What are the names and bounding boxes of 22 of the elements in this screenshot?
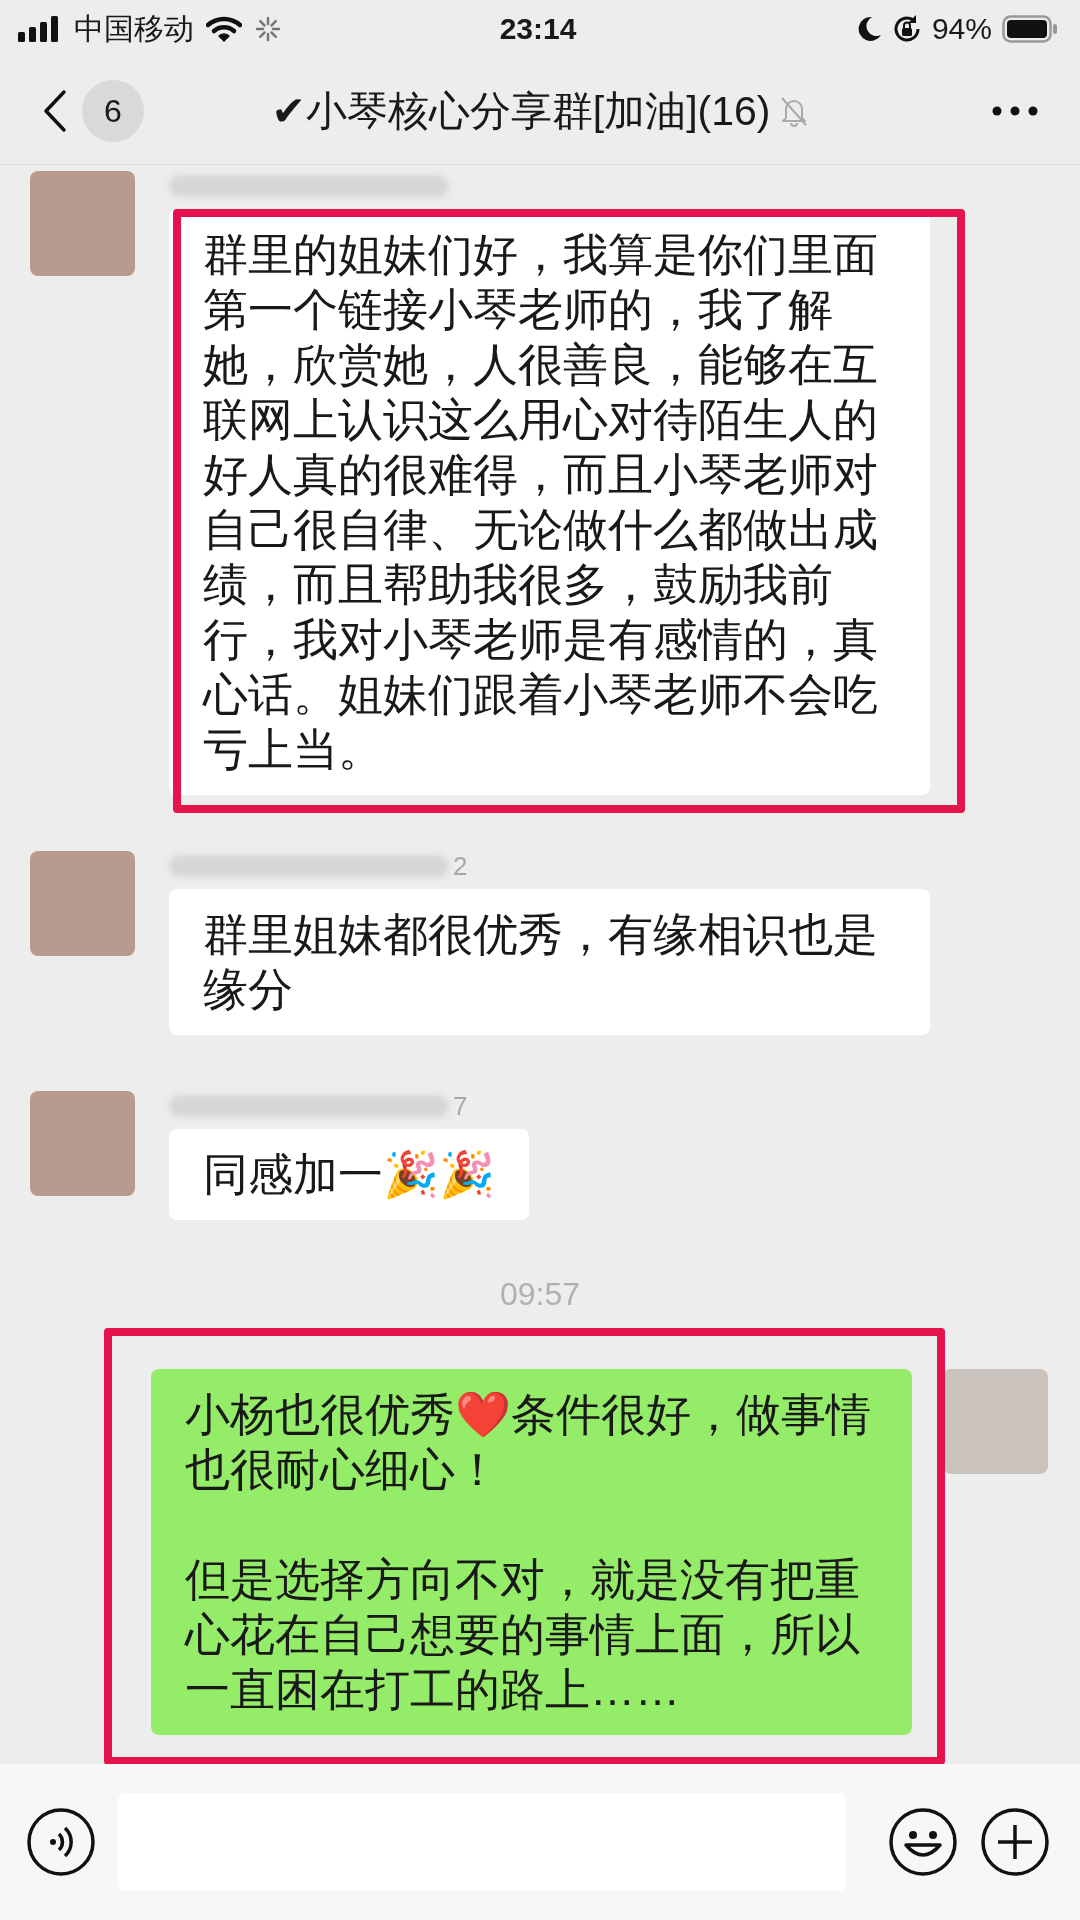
message-text: 但是选择方向不对，就是没有把重心花在自己想要的事情上面，所以一直困在打工的路上…… [185,1553,861,1717]
message-text: 小杨也很优秀❤条件很好，做事情也很耐心细心！ [185,1388,872,1497]
rotation-lock-icon [891,14,922,44]
battery-icon [1002,15,1058,43]
battery-percent: 94% [931,12,992,46]
plus-icon[interactable] [980,1807,1050,1877]
carrier-name: 中国移动 [74,10,194,47]
message-bubble: 群里姐妹都很优秀，有缘相识也是缘分 [169,889,930,1035]
voice-icon[interactable] [26,1807,96,1877]
timestamp: 09:57 [498,1276,582,1313]
sender-name-fragment: 7 [453,1090,468,1122]
wifi-icon [206,15,242,43]
back-icon[interactable] [42,89,68,133]
smiley-icon[interactable] [888,1807,958,1877]
loading-spinner-icon [254,15,282,43]
chat-title: ✔小琴核心分享群[加油](16) [271,86,771,136]
clock-time: 23:14 [499,12,577,46]
unread-count-badge: 6 [82,80,144,142]
moon-icon [857,16,882,42]
sender-name-fragment: 2 [453,850,468,882]
more-icon[interactable] [992,106,1038,116]
message-bubble: 同感加一🎉🎉 [169,1129,529,1220]
